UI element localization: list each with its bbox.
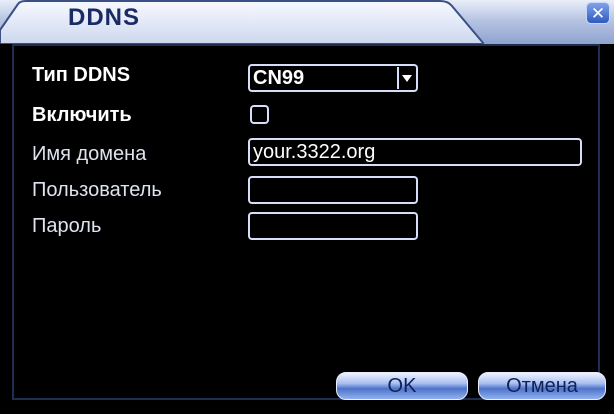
ddns-type-label: Тип DDNS [32,64,131,86]
close-icon[interactable]: ✕ [586,2,610,24]
password-label: Пароль [32,215,102,237]
title-tab: DDNS [0,0,484,44]
enable-label: Включить [32,104,132,126]
cancel-button[interactable]: Отмена [478,372,606,400]
domain-name-label: Имя домена [32,143,147,165]
ok-button[interactable]: OK [336,372,468,400]
ddns-type-value: CN99 [253,67,305,89]
enable-checkbox[interactable] [250,105,269,124]
window-title: DDNS [68,4,141,31]
domain-name-field[interactable]: your.3322.org [248,138,582,166]
ddns-dialog: DDNS ✕ Тип DDNS CN99 Включить Имя домена… [0,0,614,414]
password-field[interactable] [248,212,418,240]
chevron-down-icon[interactable] [397,67,415,89]
user-field[interactable] [248,176,418,204]
ddns-type-select[interactable]: CN99 [248,64,418,92]
user-label: Пользователь [32,179,162,201]
title-bar: DDNS ✕ [0,0,614,44]
